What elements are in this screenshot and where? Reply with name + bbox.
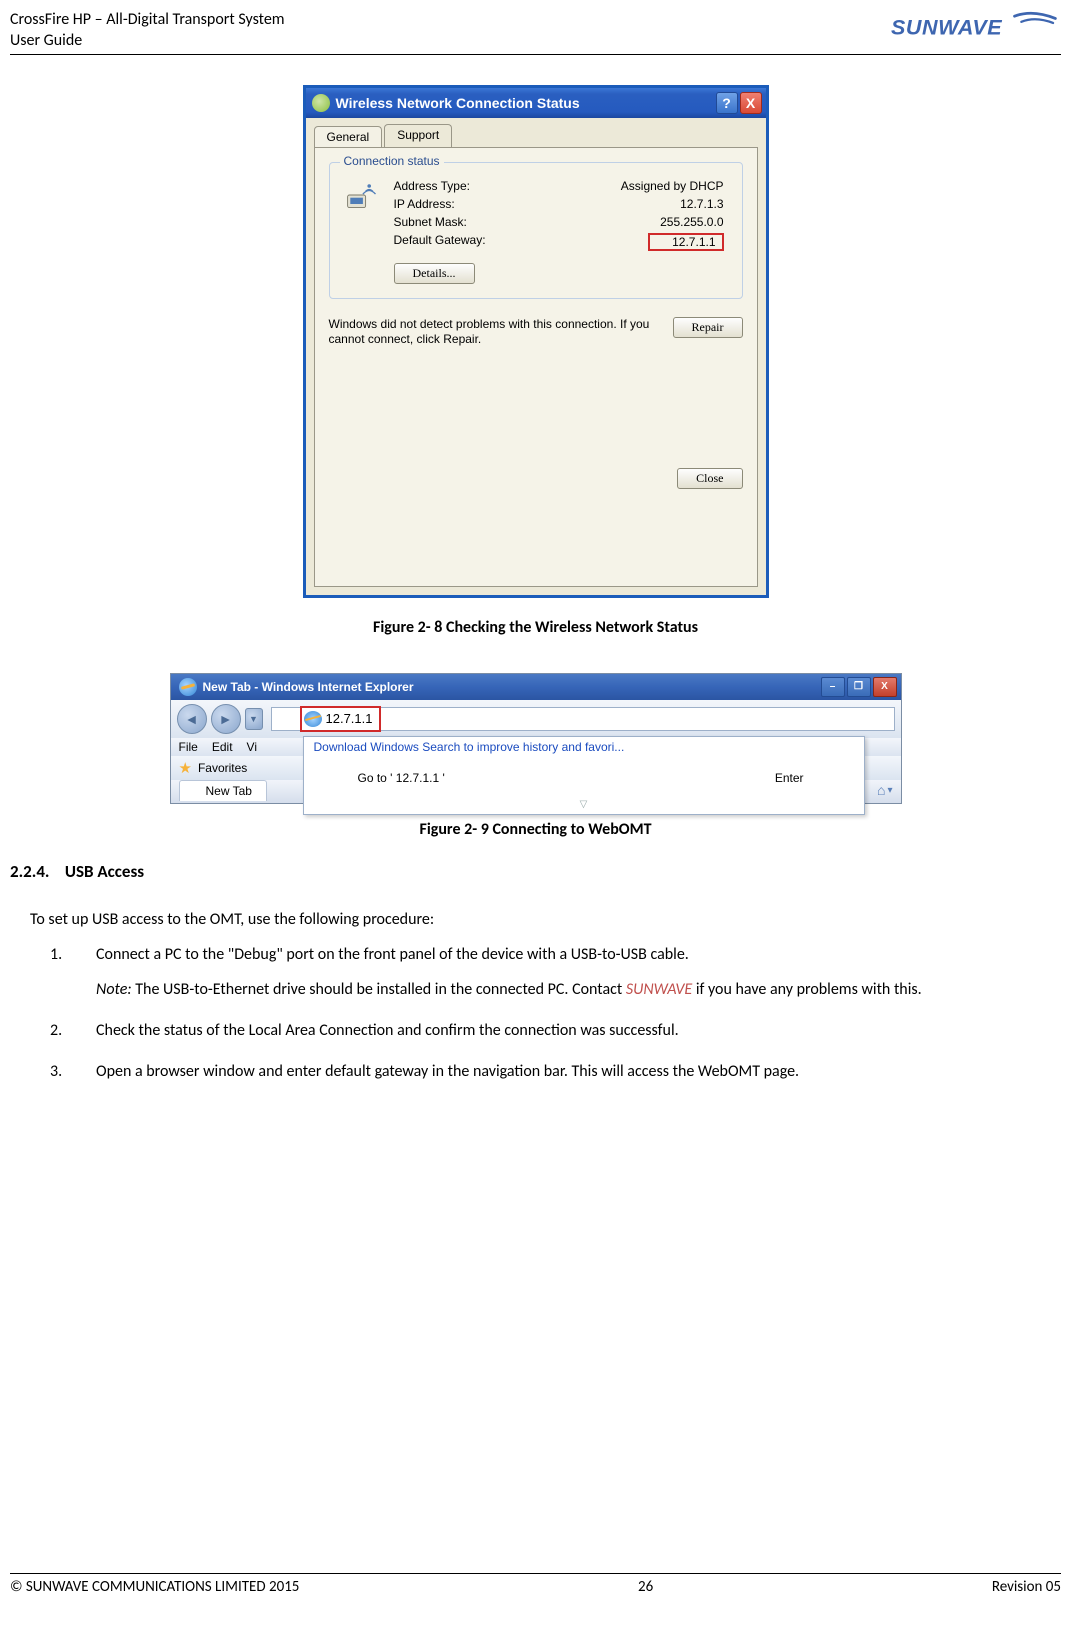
enter-hint: Enter [775, 771, 804, 785]
ie-window-title: New Tab - Windows Internet Explorer [203, 680, 821, 694]
maximize-button[interactable]: ❐ [847, 677, 871, 697]
home-icon[interactable]: ⌂ [877, 782, 885, 798]
connection-status-group: Connection status Address Type:Assigned … [329, 162, 743, 299]
footer-page-number: 26 [638, 1578, 653, 1596]
goto-text: Go to ' 12.7.1.1 ' [358, 771, 445, 785]
section-body: To set up USB access to the OMT, use the… [10, 902, 1061, 1090]
note-brand: SUNWAVE [626, 980, 692, 999]
repair-message: Windows did not detect problems with thi… [329, 317, 653, 348]
page-footer: © SUNWAVE COMMUNICATIONS LIMITED 2015 26… [10, 1573, 1061, 1596]
minimize-button[interactable]: – [821, 677, 845, 697]
ie-icon [179, 678, 197, 696]
brand-logo: SUNWAVE [891, 10, 1061, 50]
tab-strip: General Support [306, 118, 766, 147]
section-number: 2.2.4. [10, 861, 49, 882]
note-before: The USB-to-Ethernet drive should be inst… [132, 980, 626, 999]
subnet-mask-label: Subnet Mask: [394, 215, 467, 229]
footer-revision: Revision 05 [992, 1578, 1061, 1596]
tab-label: New Tab [206, 784, 252, 798]
note-after: if you have any problems with this. [692, 980, 921, 999]
ie-nav-bar: ◄ ► ▼ 12.7.1.1 [171, 700, 901, 738]
menu-file[interactable]: File [179, 740, 198, 754]
forward-button[interactable]: ► [211, 704, 241, 734]
home-dropdown-icon[interactable]: ▾ [887, 785, 892, 796]
tab-new-tab[interactable]: New Tab [179, 780, 267, 801]
figure-2-9-caption: Figure 2- 9 Connecting to WebOMT [10, 820, 1061, 839]
default-gateway-label: Default Gateway: [394, 233, 486, 251]
subnet-mask-value: 255.255.0.0 [660, 215, 723, 229]
default-gateway-value: 12.7.1.1 [648, 233, 723, 251]
group-legend: Connection status [340, 154, 444, 168]
dialog-title: Wireless Network Connection Status [336, 95, 714, 111]
list-item-1: 1. Connect a PC to the "Debug" port on t… [50, 937, 1061, 1007]
ie-titlebar: New Tab - Windows Internet Explorer – ❐ … [171, 674, 901, 700]
address-type-value: Assigned by DHCP [621, 179, 724, 193]
ip-address-value: 12.7.1.3 [680, 197, 723, 211]
footer-copyright: © SUNWAVE COMMUNICATIONS LIMITED 2015 [10, 1578, 299, 1596]
ie-page-icon [304, 711, 322, 727]
section-heading: 2.2.4. USB Access [10, 861, 1061, 882]
address-value: 12.7.1.1 [326, 711, 373, 726]
item-number: 3. [50, 1054, 96, 1089]
menu-view-truncated[interactable]: Vi [247, 740, 257, 754]
repair-area: Windows did not detect problems with thi… [329, 317, 743, 348]
help-button[interactable]: ? [716, 92, 738, 114]
goto-suggestion[interactable]: Go to ' 12.7.1.1 ' Enter [304, 757, 864, 799]
item1-text: Connect a PC to the "Debug" port on the … [96, 945, 689, 964]
note-label: Note: [96, 980, 132, 999]
repair-button[interactable]: Repair [673, 317, 743, 338]
wireless-icon [312, 94, 330, 112]
address-type-label: Address Type: [394, 179, 471, 193]
item2-text: Check the status of the Local Area Conne… [96, 1013, 679, 1048]
back-button[interactable]: ◄ [177, 704, 207, 734]
item-number: 1. [50, 937, 96, 1007]
ie-window: New Tab - Windows Internet Explorer – ❐ … [170, 673, 902, 804]
section-intro: To set up USB access to the OMT, use the… [30, 902, 1061, 937]
favorites-label[interactable]: Favorites [198, 761, 247, 775]
doc-title-line2: User Guide [10, 31, 285, 52]
ip-address-label: IP Address: [394, 197, 455, 211]
list-item-3: 3. Open a browser window and enter defau… [50, 1054, 1061, 1089]
close-button[interactable]: X [740, 92, 762, 114]
address-bar[interactable]: 12.7.1.1 [271, 707, 895, 731]
close-dialog-button[interactable]: Close [677, 468, 742, 489]
tab-support[interactable]: Support [384, 124, 452, 147]
favorites-star-icon[interactable]: ★ [179, 759, 192, 777]
nav-dropdown-button[interactable]: ▼ [245, 708, 263, 730]
address-suggestions-panel: Download Windows Search to improve histo… [303, 736, 865, 815]
list-item-2: 2. Check the status of the Local Area Co… [50, 1013, 1061, 1048]
dialog-titlebar: Wireless Network Connection Status ? X [306, 88, 766, 118]
details-button[interactable]: Details... [394, 263, 475, 284]
expand-triangle-icon[interactable]: ▽ [304, 799, 864, 814]
doc-title-line1: CrossFire HP – All-Digital Transport Sys… [10, 10, 285, 31]
item3-text: Open a browser window and enter default … [96, 1054, 799, 1089]
section-title: USB Access [65, 861, 144, 882]
header-left: CrossFire HP – All-Digital Transport Sys… [10, 10, 285, 52]
menu-edit[interactable]: Edit [212, 740, 233, 754]
tab-general[interactable]: General [314, 126, 383, 147]
network-icon [344, 177, 390, 253]
tab-ie-icon [186, 784, 200, 798]
item-number: 2. [50, 1013, 96, 1048]
address-highlight: 12.7.1.1 [300, 706, 381, 732]
wireless-status-dialog: Wireless Network Connection Status ? X G… [303, 85, 769, 598]
footer-rule [10, 1573, 1061, 1574]
tab-panel: Connection status Address Type: Assigned … [314, 147, 758, 587]
window-close-button[interactable]: X [873, 677, 897, 697]
svg-text:SUNWAVE: SUNWAVE [891, 15, 1002, 39]
download-hint[interactable]: Download Windows Search to improve histo… [304, 737, 864, 757]
figure-2-8-caption: Figure 2- 8 Checking the Wireless Networ… [10, 618, 1061, 637]
connection-values: Address Type: Assigned by DHCP IP Address… [390, 177, 728, 253]
page-header: CrossFire HP – All-Digital Transport Sys… [10, 10, 1061, 52]
